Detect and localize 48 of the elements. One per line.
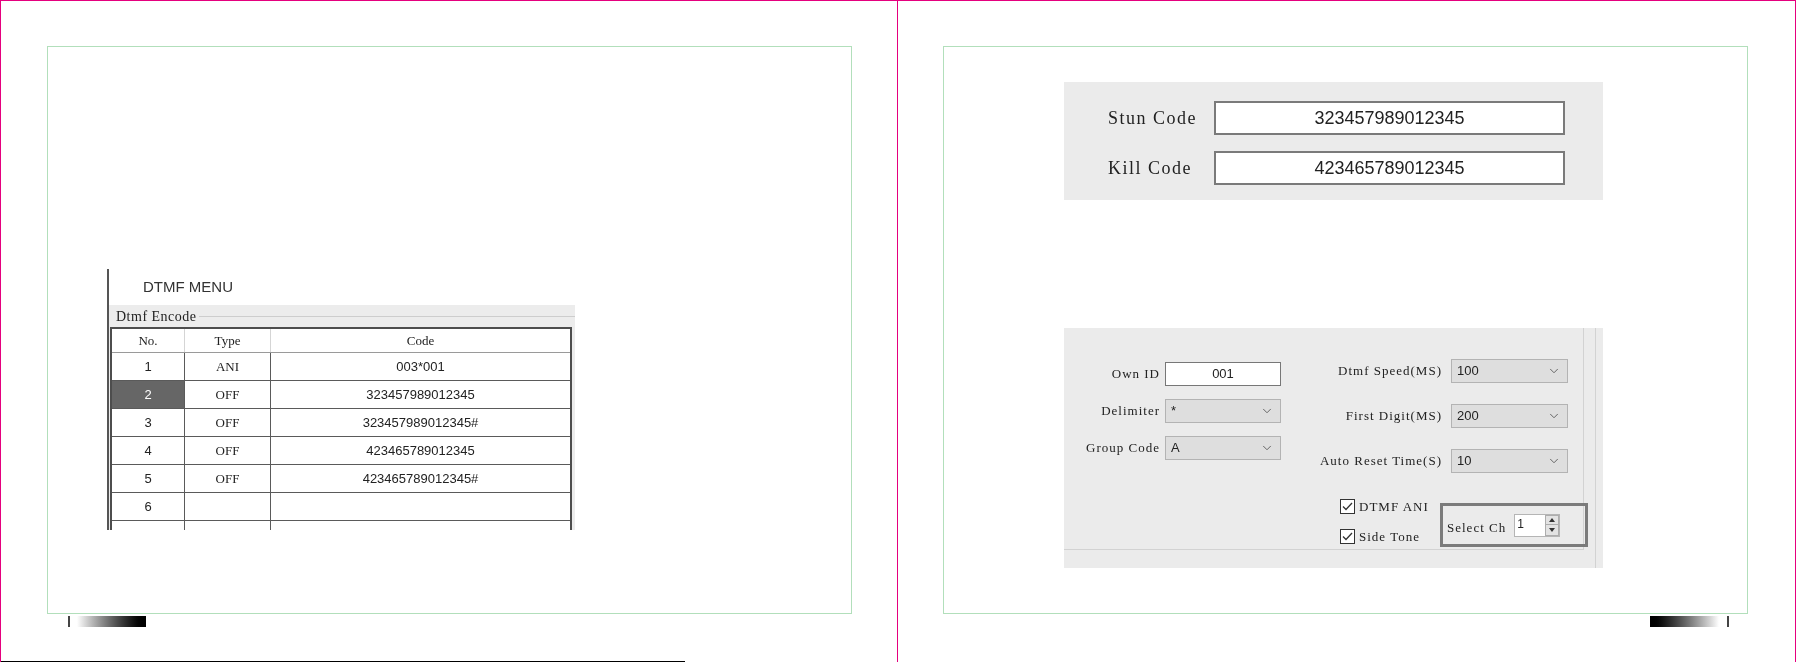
text-field[interactable]: 001 <box>1165 362 1281 386</box>
column-header[interactable]: No. <box>112 329 185 352</box>
checkmark-icon <box>1342 531 1353 541</box>
checkbox[interactable] <box>1340 528 1355 544</box>
field-label: Dtmf Speed(MS) <box>1337 362 1442 381</box>
table-cell: ANI <box>185 353 271 380</box>
table-cell-text: 423465789012345# <box>361 469 480 488</box>
dropdown[interactable]: 10 <box>1451 449 1568 473</box>
code-field[interactable]: 323457989012345 <box>1214 101 1565 135</box>
dropdown[interactable]: * <box>1165 399 1281 423</box>
checkbox-label: Side Tone <box>1359 527 1420 546</box>
triangle-up-icon <box>1549 517 1556 522</box>
field-label: Delimiter <box>1100 402 1160 421</box>
field-label: Own ID <box>1110 365 1160 384</box>
checkmark-icon <box>1342 502 1353 512</box>
table-cell-text: 323457989012345 <box>365 385 476 404</box>
table-cell-text: 423465789012345 <box>365 441 476 460</box>
spin-up-button[interactable] <box>1545 514 1560 526</box>
code-field[interactable]: 423465789012345 <box>1214 151 1565 185</box>
tick-mark <box>1727 616 1729 627</box>
table-cell-text: 323457989012345# <box>361 413 480 432</box>
dropdown[interactable]: 200 <box>1451 404 1568 428</box>
field-label: First Digit(MS) <box>1344 407 1442 426</box>
field-label: Stun Code <box>1108 106 1198 130</box>
spin-field[interactable]: 1 <box>1514 513 1561 537</box>
checkbox[interactable] <box>1340 499 1355 515</box>
column-header[interactable]: Type <box>185 329 271 352</box>
table-cell: OFF <box>185 437 271 464</box>
field-label: Kill Code <box>1108 156 1193 180</box>
gradient-strip <box>77 616 146 627</box>
column-header[interactable]: Code <box>271 329 570 352</box>
tick-mark <box>68 616 70 627</box>
group-title: Dtmf Encode <box>116 307 197 326</box>
table-cell: OFF <box>185 409 271 436</box>
menu-heading: DTMF MENU <box>143 276 233 297</box>
dropdown[interactable]: 100 <box>1451 359 1568 383</box>
spin-down-button[interactable] <box>1545 525 1560 536</box>
checkbox-label: DTMF ANI <box>1359 498 1429 516</box>
field-label: Group Code <box>1085 439 1160 458</box>
field-label: Auto Reset Time(S) <box>1319 452 1442 471</box>
field-label: Select Ch <box>1447 519 1507 538</box>
table-cell: 2 <box>112 381 185 408</box>
table-cell: OFF <box>185 465 271 492</box>
triangle-down-icon <box>1549 527 1556 532</box>
table-cell: OFF <box>185 381 271 408</box>
dropdown[interactable]: A <box>1165 436 1281 460</box>
gradient-strip <box>1650 616 1719 627</box>
table-cell-text: 003*001 <box>395 357 446 376</box>
